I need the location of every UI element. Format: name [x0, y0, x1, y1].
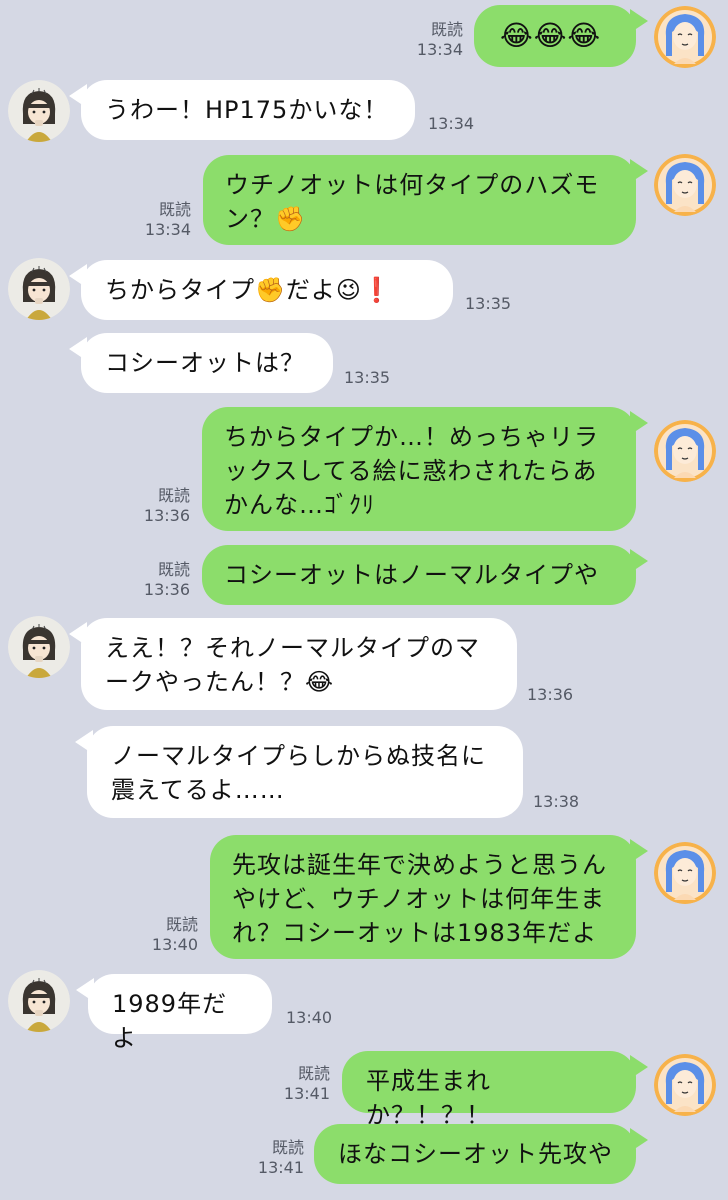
read-receipt: 既読	[430, 20, 463, 39]
blue-haired-woman-icon	[654, 6, 716, 68]
dark-haired-woman-icon	[8, 80, 70, 142]
avatar-contact[interactable]	[8, 970, 70, 1032]
timestamp: 13:41	[283, 1084, 330, 1103]
message-meta: 既読 13:36	[144, 560, 190, 600]
timestamp: 13:40	[151, 935, 198, 954]
avatar-contact[interactable]	[8, 80, 70, 142]
timestamp: 13:40	[286, 1008, 333, 1027]
message-bubble-sent[interactable]: ちからタイプか…！めっちゃリラ ックスしてる絵に惑わされたらあ かんな…ｺﾞｸﾘ	[202, 407, 648, 531]
avatar-self[interactable]	[654, 6, 716, 68]
blue-haired-woman-icon	[654, 842, 716, 904]
timestamp: 13:36	[527, 685, 574, 704]
message-meta: 13:34	[428, 114, 474, 134]
message-bubble-sent[interactable]: ほなコシーオット先攻や	[314, 1124, 648, 1184]
message-meta: 13:35	[344, 368, 390, 388]
message-meta: 13:36	[527, 685, 573, 705]
timestamp: 13:35	[465, 294, 512, 313]
read-receipt: 既読	[157, 560, 190, 579]
blue-haired-woman-icon	[654, 1054, 716, 1116]
message-meta: 既読 13:34	[145, 200, 191, 240]
read-receipt: 既読	[165, 915, 198, 934]
timestamp: 13:34	[144, 220, 191, 239]
avatar-self[interactable]	[654, 842, 716, 904]
avatar-self[interactable]	[654, 1054, 716, 1116]
avatar-self[interactable]	[654, 420, 716, 482]
timestamp: 13:34	[416, 40, 463, 59]
message-bubble-received[interactable]: ノーマルタイプらしからぬ技名に 震えてるよ……	[75, 726, 523, 818]
read-receipt: 既読	[271, 1138, 304, 1157]
timestamp: 13:36	[143, 506, 190, 525]
message-meta: 既読 13:40	[152, 915, 198, 955]
chat-area[interactable]: 既読 13:34 😂😂😂 うわー！HP175かいな！ 13:34 既読 13:3…	[0, 0, 728, 1200]
message-meta: 既読 13:41	[284, 1064, 330, 1104]
dark-haired-woman-icon	[8, 616, 70, 678]
message-bubble-sent[interactable]: 先攻は誕生年で決めようと思うん やけど、ウチノオットは何年生ま れ？コシーオット…	[210, 835, 648, 959]
message-meta: 13:40	[286, 1008, 332, 1028]
message-bubble-sent[interactable]: 😂😂😂	[474, 5, 648, 67]
read-receipt: 既読	[157, 486, 190, 505]
avatar-contact[interactable]	[8, 616, 70, 678]
timestamp: 13:38	[533, 792, 580, 811]
dark-haired-woman-icon	[8, 258, 70, 320]
message-meta: 13:38	[533, 792, 579, 812]
read-receipt: 既読	[297, 1064, 330, 1083]
message-meta: 13:35	[465, 294, 511, 314]
message-bubble-received[interactable]: コシーオットは？	[69, 333, 333, 393]
message-meta: 既読 13:36	[144, 486, 190, 526]
message-meta: 既読 13:41	[258, 1138, 304, 1178]
avatar-self[interactable]	[654, 154, 716, 216]
read-receipt: 既読	[158, 200, 191, 219]
timestamp: 13:41	[257, 1158, 304, 1177]
timestamp: 13:35	[344, 368, 391, 387]
dark-haired-woman-icon	[8, 970, 70, 1032]
timestamp: 13:36	[143, 580, 190, 599]
message-bubble-sent[interactable]: 平成生まれか？！？！	[342, 1051, 648, 1129]
blue-haired-woman-icon	[654, 420, 716, 482]
blue-haired-woman-icon	[654, 154, 716, 216]
message-bubble-sent[interactable]: コシーオットはノーマルタイプや	[202, 545, 648, 605]
message-bubble-sent[interactable]: ウチノオットは何タイプのハズモ ン？✊	[203, 155, 648, 245]
message-bubble-received[interactable]: ちからタイプ✊だよ😉❗	[69, 260, 453, 320]
message-meta: 既読 13:34	[417, 20, 463, 60]
message-bubble-received[interactable]: ええ！？それノーマルタイプのマ ークやったん！？😂	[69, 618, 517, 710]
timestamp: 13:34	[428, 114, 475, 133]
avatar-contact[interactable]	[8, 258, 70, 320]
message-bubble-received[interactable]: うわー！HP175かいな！	[69, 80, 415, 140]
message-bubble-received[interactable]: 1989年だよ	[76, 974, 272, 1052]
